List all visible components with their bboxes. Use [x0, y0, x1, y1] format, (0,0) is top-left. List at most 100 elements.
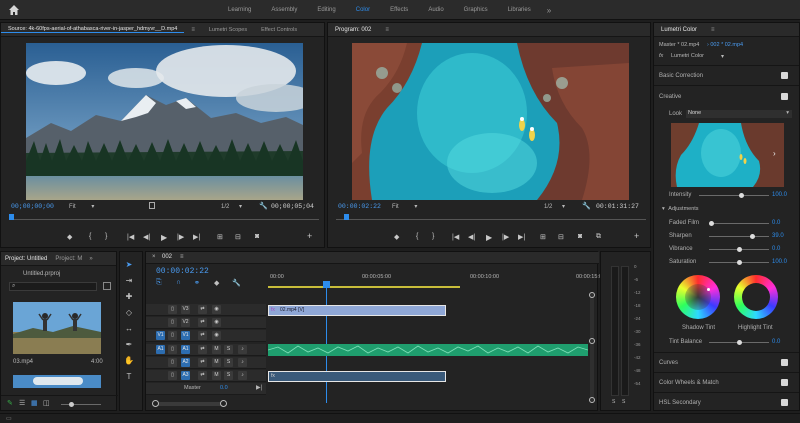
- vibrance-slider[interactable]: [709, 247, 769, 252]
- step-forward-icon[interactable]: |▶: [177, 233, 184, 241]
- workspace-color[interactable]: Color: [346, 7, 380, 13]
- hscroll-handle-right[interactable]: [220, 400, 227, 407]
- tab-timeline-002[interactable]: 002: [162, 254, 172, 260]
- source-patch-a1[interactable]: A1: [156, 345, 165, 354]
- faded-film-value[interactable]: 0.0: [772, 220, 780, 226]
- timeline-ruler[interactable]: 00:00 00:00:05:00 00:00:10:00 00:00:15:0…: [268, 274, 605, 290]
- scroll-handle-bottom[interactable]: [589, 397, 595, 403]
- solo-icon[interactable]: S: [224, 345, 233, 354]
- source-timecode-in[interactable]: 00;00;00;00: [11, 203, 54, 210]
- workspace-audio[interactable]: Audio: [418, 7, 453, 13]
- track-a1[interactable]: A1 ▯ A1 ⇄ M S ♪: [146, 344, 266, 356]
- step-forward-icon[interactable]: |▶: [502, 233, 509, 241]
- source-patch-v1[interactable]: V1: [156, 331, 165, 340]
- zoom-slider[interactable]: [61, 402, 101, 407]
- go-to-in-icon[interactable]: |◀: [452, 233, 459, 241]
- zoom-slider-knob[interactable]: [69, 402, 74, 407]
- razor-tool-icon[interactable]: ◇: [124, 308, 134, 318]
- slip-tool-icon[interactable]: ↔: [124, 324, 134, 334]
- comparison-view-icon[interactable]: ⧉: [596, 233, 601, 241]
- hsl-secondary-checkbox[interactable]: [781, 399, 788, 406]
- faded-film-knob[interactable]: [709, 221, 714, 226]
- list-view-icon[interactable]: ☰: [19, 399, 25, 407]
- icon-view-icon[interactable]: ▦: [31, 399, 38, 407]
- lumetri-sequence-label[interactable]: › 002 * 02.mp4: [707, 42, 743, 48]
- source-resolution-select[interactable]: 1/2 ▾: [221, 203, 242, 210]
- workspace-learning[interactable]: Learning: [218, 7, 261, 13]
- lumetri-master-label[interactable]: Master * 02.mp4: [659, 42, 699, 48]
- pen-tool-icon[interactable]: ✒: [124, 340, 134, 350]
- workspace-libraries[interactable]: Libraries: [498, 7, 541, 13]
- play-icon[interactable]: ▶: [161, 233, 167, 242]
- workspace-graphics[interactable]: Graphics: [454, 7, 498, 13]
- timeline-vscroll[interactable]: [590, 292, 594, 402]
- sharpen-value[interactable]: 39.0: [772, 233, 784, 239]
- track-label[interactable]: V1: [181, 331, 190, 340]
- program-scrub-bar[interactable]: [336, 214, 646, 220]
- mic-icon[interactable]: ♪: [238, 345, 247, 354]
- scroll-handle-mid[interactable]: [589, 338, 595, 344]
- workspace-effects[interactable]: Effects: [380, 7, 418, 13]
- home-icon[interactable]: [8, 4, 20, 16]
- timeline-hscroll[interactable]: [152, 400, 227, 407]
- program-timecode-in[interactable]: 00:00:02:22: [338, 203, 381, 210]
- creative-checkbox[interactable]: [781, 93, 788, 100]
- go-to-in-icon[interactable]: |◀: [127, 233, 134, 241]
- wrench-icon[interactable]: 🔧: [259, 202, 268, 210]
- tint-balance-knob[interactable]: [737, 340, 742, 345]
- source-playhead[interactable]: [9, 214, 14, 220]
- sync-lock-icon[interactable]: ⇄: [198, 345, 207, 354]
- track-label[interactable]: A3: [181, 371, 190, 380]
- step-back-icon[interactable]: ◀|: [143, 233, 150, 241]
- section-hsl-secondary[interactable]: HSL Secondary: [659, 400, 701, 406]
- go-to-out-icon[interactable]: ▶|: [518, 233, 525, 241]
- sharpen-knob[interactable]: [750, 234, 755, 239]
- selection-tool-icon[interactable]: ➤: [124, 260, 134, 270]
- program-fit-select[interactable]: Fit ▾: [392, 203, 417, 210]
- vibrance-knob[interactable]: [737, 247, 742, 252]
- track-label[interactable]: A1: [181, 345, 190, 354]
- hand-tool-icon[interactable]: ✋: [124, 356, 134, 366]
- overwrite-icon[interactable]: ⊟: [235, 233, 241, 241]
- track-a3[interactable]: ▯ A3 ⇄ M S ♪: [146, 370, 266, 382]
- track-master[interactable]: Master 0.0 ▶|: [146, 383, 266, 395]
- tab-project-untitled[interactable]: Project: Untitled: [1, 256, 51, 262]
- linked-selection-icon[interactable]: ⚭: [194, 279, 200, 287]
- track-select-tool-icon[interactable]: ⇥: [124, 276, 134, 286]
- workspace-editing[interactable]: Editing: [307, 7, 345, 13]
- tab-project-m[interactable]: Project: M: [51, 256, 86, 262]
- master-go-to-end-icon[interactable]: ▶|: [256, 384, 262, 391]
- project-clip-thumbnail-2[interactable]: [13, 375, 101, 388]
- sync-lock-icon[interactable]: ⇄: [198, 318, 207, 327]
- track-lock-icon[interactable]: ▯: [168, 318, 177, 327]
- section-color-wheels[interactable]: Color Wheels & Match: [659, 380, 719, 386]
- track-label[interactable]: V3: [181, 305, 190, 314]
- highlight-tint-wheel[interactable]: [734, 275, 778, 319]
- section-basic-correction[interactable]: Basic Correction: [659, 73, 703, 79]
- source-scrub-bar[interactable]: [9, 214, 319, 220]
- mark-in-icon[interactable]: {: [416, 233, 418, 240]
- section-curves[interactable]: Curves: [659, 360, 678, 366]
- mark-in-icon[interactable]: {: [89, 233, 91, 240]
- extract-icon[interactable]: ⊟: [558, 233, 564, 241]
- saturation-knob[interactable]: [737, 260, 742, 265]
- clip-v1[interactable]: fx 02.mp4 [V]: [268, 305, 446, 316]
- project-more[interactable]: »: [86, 256, 95, 262]
- solo-icon[interactable]: S: [224, 371, 233, 380]
- clip-a3[interactable]: fx: [268, 371, 446, 382]
- look-next-icon[interactable]: ›: [773, 149, 776, 158]
- go-to-out-icon[interactable]: ▶|: [193, 233, 200, 241]
- track-v2[interactable]: ▯ V2 ⇄ ◉: [146, 317, 266, 329]
- saturation-slider[interactable]: [709, 260, 769, 265]
- look-preview[interactable]: [671, 123, 784, 187]
- sharpen-slider[interactable]: [709, 234, 769, 239]
- workspace-more[interactable]: »: [541, 6, 557, 15]
- track-label[interactable]: V2: [181, 318, 190, 327]
- faded-film-slider[interactable]: [709, 221, 769, 226]
- play-icon[interactable]: ▶: [486, 233, 492, 242]
- track-label[interactable]: A2: [181, 358, 190, 367]
- color-wheels-checkbox[interactable]: [781, 379, 788, 386]
- curves-checkbox[interactable]: [781, 359, 788, 366]
- mute-icon[interactable]: M: [212, 345, 221, 354]
- track-lock-icon[interactable]: ▯: [168, 305, 177, 314]
